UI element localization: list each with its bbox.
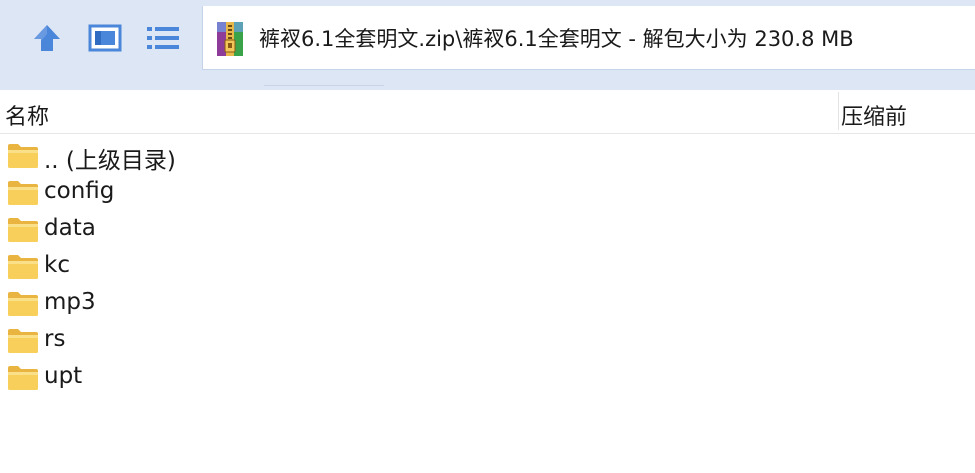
window-view-icon: [88, 24, 122, 52]
winrar-archive-icon: [217, 22, 243, 56]
toolbar-divider: [264, 85, 384, 86]
list-item-kc[interactable]: kc: [0, 249, 975, 286]
folder-icon: [8, 255, 38, 279]
list-item-rs[interactable]: rs: [0, 323, 975, 360]
folder-icon: [8, 144, 38, 168]
list-item-label: mp3: [44, 289, 96, 315]
folder-icon: [8, 292, 38, 316]
archive-path-text: 裤衩6.1全套明文.zip\裤衩6.1全套明文 - 解包大小为 230.8 MB: [259, 27, 854, 51]
column-header-name[interactable]: 名称: [5, 99, 49, 131]
list-item-config[interactable]: config: [0, 175, 975, 212]
list-item-upt[interactable]: upt: [0, 360, 975, 397]
list-view-button[interactable]: [145, 20, 181, 56]
toolbar: 裤衩6.1全套明文.zip\裤衩6.1全套明文 - 解包大小为 230.8 MB: [0, 0, 975, 90]
arrow-up-icon: [34, 25, 60, 51]
list-item-parent-folder[interactable]: .. (上级目录): [0, 138, 975, 175]
column-header-size[interactable]: 压缩前: [841, 99, 907, 131]
folder-icon: [8, 181, 38, 205]
view-mode-button[interactable]: [87, 20, 123, 56]
list-item-label: config: [44, 178, 115, 204]
file-list: .. (上级目录) config data kc mp3 rs upt: [0, 138, 975, 397]
list-item-label: .. (上级目录): [44, 148, 176, 174]
list-item-label: upt: [44, 363, 83, 389]
folder-icon: [8, 218, 38, 242]
folder-icon: [8, 366, 38, 390]
folder-icon: [8, 329, 38, 353]
address-bar[interactable]: 裤衩6.1全套明文.zip\裤衩6.1全套明文 - 解包大小为 230.8 MB: [202, 6, 975, 70]
list-view-icon: [147, 27, 179, 49]
list-item-label: rs: [44, 326, 66, 352]
column-divider[interactable]: [838, 92, 839, 130]
column-header: 名称 压缩前: [0, 90, 975, 134]
list-item-mp3[interactable]: mp3: [0, 286, 975, 323]
list-item-label: kc: [44, 252, 70, 278]
list-item-label: data: [44, 215, 96, 241]
up-folder-button[interactable]: [29, 20, 65, 56]
list-item-data[interactable]: data: [0, 212, 975, 249]
